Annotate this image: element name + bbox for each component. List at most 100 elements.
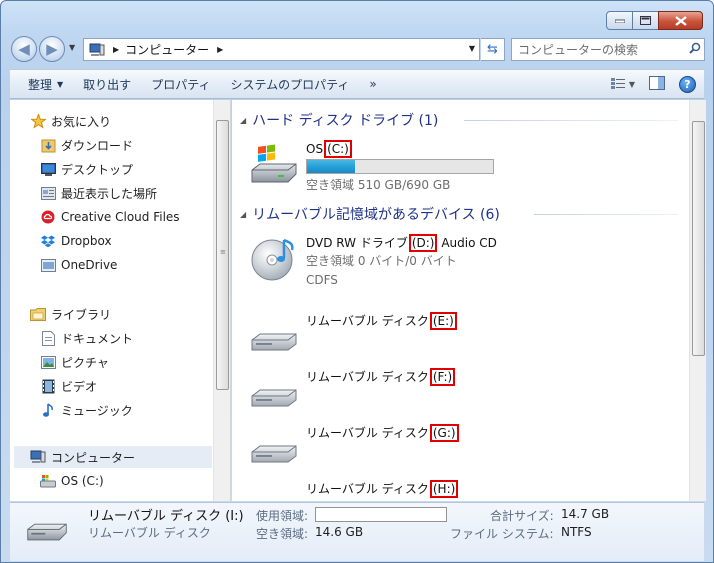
grip-icon: ≡: [220, 248, 226, 256]
nav-downloads[interactable]: ダウンロード: [40, 134, 133, 156]
videos-icon: [40, 378, 56, 394]
nav-onedrive[interactable]: OneDrive: [40, 254, 117, 276]
drive-g-name: リムーバブル ディスク: [306, 426, 429, 440]
view-options-icon: [610, 78, 625, 89]
drive-f-item[interactable]: リムーバブル ディスク (F:): [250, 367, 456, 416]
details-total-value: 14.7 GB: [561, 507, 610, 521]
nav-dropbox-label: Dropbox: [61, 234, 112, 248]
creative-cloud-icon: [40, 209, 56, 225]
forward-arrow-icon: ▶: [46, 40, 58, 58]
system-properties-button[interactable]: システムのプロパティ: [220, 70, 359, 98]
address-bar[interactable]: ▶ コンピューター ▶ ▼: [83, 38, 480, 61]
nav-pictures[interactable]: ピクチャ: [40, 351, 109, 373]
back-button[interactable]: ◀: [11, 36, 37, 62]
scrollbar-thumb[interactable]: ≡: [216, 120, 229, 390]
dropbox-icon: [40, 233, 56, 249]
breadcrumb-chevron-icon[interactable]: ▶: [113, 45, 119, 54]
more-label: »: [369, 77, 377, 91]
breadcrumb-chevron-icon[interactable]: ▶: [217, 45, 223, 54]
nav-desktop-label: デスクトップ: [61, 162, 134, 177]
scrollbar-thumb[interactable]: [692, 121, 705, 356]
nav-recent-places[interactable]: 最近表示した場所: [40, 182, 157, 204]
recent-places-icon: [40, 185, 56, 201]
nav-libraries[interactable]: ライブラリ: [30, 303, 111, 325]
collapse-triangle-icon[interactable]: ◢: [240, 210, 246, 219]
drive-d-item[interactable]: DVD RW ドライブ (D:) Audio CD 空き領域 0 バイト/0 バイ…: [250, 233, 497, 289]
chevron-down-icon: ▼: [57, 79, 64, 89]
documents-icon: [40, 330, 56, 346]
minimize-button[interactable]: [606, 11, 633, 30]
help-button[interactable]: ?: [679, 75, 696, 93]
nav-pictures-label: ピクチャ: [61, 355, 109, 370]
preview-pane-button[interactable]: [649, 75, 665, 93]
drive-g-item[interactable]: リムーバブル ディスク (G:): [250, 423, 459, 472]
nav-music[interactable]: ミュージック: [40, 399, 133, 421]
nav-videos[interactable]: ビデオ: [40, 375, 97, 397]
eject-button[interactable]: 取り出す: [73, 70, 141, 98]
explorer-window: ◀ ▶ ▼ ▶ コンピューター ▶ ▼ ⇆ 整理 ▼ 取り出す プロパティ システ…: [0, 0, 714, 563]
search-icon[interactable]: [686, 42, 704, 57]
chevron-down-icon[interactable]: ▼: [629, 80, 635, 89]
collapse-triangle-icon[interactable]: ◢: [240, 116, 246, 125]
address-history-dropdown[interactable]: ▼: [469, 44, 475, 53]
properties-label: プロパティ: [151, 77, 211, 92]
nav-documents[interactable]: ドキュメント: [40, 327, 133, 349]
computer-icon: [30, 449, 46, 465]
removable-disk-icon: [251, 333, 297, 351]
nav-music-label: ミュージック: [61, 403, 133, 418]
drive-d-file-system: CDFS: [306, 272, 338, 287]
close-button[interactable]: [658, 11, 703, 30]
nav-creative-cloud[interactable]: Creative Cloud Files: [40, 206, 180, 228]
drive-f-name: リムーバブル ディスク: [306, 370, 429, 384]
library-icon: [30, 306, 46, 322]
breadcrumb-computer[interactable]: コンピューター: [125, 41, 209, 58]
nav-computer[interactable]: コンピューター: [14, 446, 212, 468]
organize-label: 整理: [28, 77, 53, 92]
search-box[interactable]: [511, 38, 705, 61]
drive-c-item[interactable]: OS (C:) 空き領域 510 GB/690 GB: [250, 139, 494, 194]
desktop-icon: [40, 161, 56, 177]
refresh-button[interactable]: ⇆: [481, 38, 505, 61]
drive-d-letter: (D:): [408, 233, 438, 252]
system-drive-icon: [40, 473, 56, 489]
nav-videos-label: ビデオ: [61, 379, 98, 394]
drive-c-letter: (C:): [324, 139, 352, 158]
details-free-label: 空き領域:: [256, 527, 309, 541]
details-usage-bar: [315, 507, 447, 522]
more-commands-button[interactable]: »: [359, 70, 386, 98]
nav-os-c-drive[interactable]: OS (C:): [40, 470, 104, 492]
nav-favorites[interactable]: お気に入り: [30, 110, 111, 132]
navigation-pane-scrollbar[interactable]: ≡: [213, 100, 230, 501]
drive-h-item[interactable]: リムーバブル ディスク (H:): [250, 479, 459, 501]
nav-documents-label: ドキュメント: [61, 331, 134, 346]
group-removable-label: リムーバブル記憶域があるデバイス (6): [252, 207, 500, 223]
drive-d-free-space: 空き領域 0 バイト/0 バイト: [306, 254, 457, 268]
refresh-icon: ⇆: [487, 42, 498, 57]
details-total-label: 合計サイズ:: [490, 509, 554, 523]
forward-button[interactable]: ▶: [39, 36, 65, 62]
content-pane-scrollbar[interactable]: [689, 100, 706, 501]
organize-button[interactable]: 整理 ▼: [10, 70, 73, 98]
group-header-removable[interactable]: ◢ リムーバブル記憶域があるデバイス (6): [240, 204, 500, 224]
search-input[interactable]: [512, 40, 686, 59]
eject-label: 取り出す: [83, 77, 132, 92]
maximize-button[interactable]: [632, 11, 659, 30]
group-divider: [534, 214, 678, 215]
drive-e-item[interactable]: リムーバブル ディスク (E:): [250, 311, 457, 360]
nav-dropbox[interactable]: Dropbox: [40, 230, 112, 252]
nav-desktop[interactable]: デスクトップ: [40, 158, 133, 180]
onedrive-icon: [40, 257, 56, 273]
properties-button[interactable]: プロパティ: [141, 70, 220, 98]
change-view-button[interactable]: ▼: [610, 78, 635, 90]
removable-disk-icon: [251, 389, 297, 407]
recent-pages-dropdown[interactable]: ▼: [69, 43, 79, 55]
help-icon: ?: [684, 77, 691, 91]
group-hdd-label: ハード ディスク ドライブ (1): [252, 113, 439, 129]
group-header-hard-disk[interactable]: ◢ ハード ディスク ドライブ (1): [240, 110, 438, 130]
preview-pane-icon: [649, 75, 665, 90]
drive-c-free-space: 空き領域 510 GB/690 GB: [306, 177, 451, 192]
navigation-pane: お気に入り ダウンロード デスクトップ 最近表示した場所 Creative Cl…: [10, 100, 231, 501]
details-free-value: 14.6 GB: [315, 525, 364, 539]
details-type: リムーバブル ディスク: [88, 526, 211, 540]
group-divider: [464, 120, 678, 121]
